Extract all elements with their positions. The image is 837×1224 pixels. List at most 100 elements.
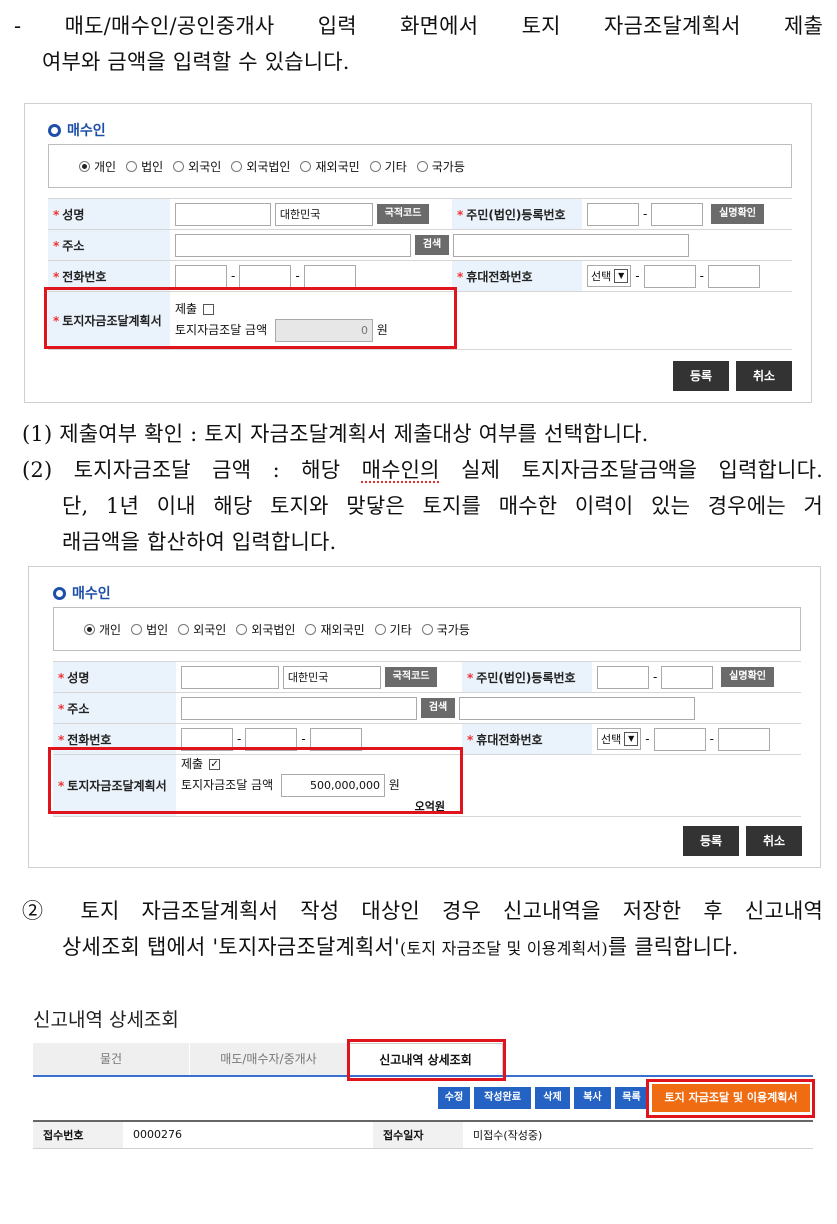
mobile-cell: 선택 ▼ - - [592,723,801,755]
tab-parties[interactable]: 매도/매수자/중개사 [190,1043,348,1075]
country-code-button[interactable]: 국적코드 [384,667,438,687]
label-text: 성명 [62,207,85,222]
radio-corporation[interactable]: 법인 [131,621,168,638]
radio-dot-icon [79,160,90,172]
radio-individual[interactable]: 개인 [84,621,121,638]
step2-line-1: ② 토지 자금조달계획서 작성 대상인 경우 신고내역을 저장한 후 신고내역 [22,899,823,923]
label-text: 휴대전화번호 [476,732,543,747]
radio-foreign-corp[interactable]: 외국법인 [236,621,295,638]
radio-label: 기타 [389,622,412,637]
cancel-button-2[interactable]: 취소 [746,826,802,856]
label-text: 주소 [67,701,90,716]
step2-text: 를 클릭합니다. [607,935,739,959]
mobile-cell: 선택 ▼ - - [582,260,792,292]
intro-paragraph: - 매도/매수인/공인중개사 입력 화면에서 토지 자금조달계획서 제출 여부와… [0,8,837,80]
mobile-prefix-select[interactable]: 선택 ▼ [597,728,642,750]
table-row-name: * 성명 대한민국 국적코드 * 주민(법인)등록번호 - 실명확인 [48,198,792,230]
label-text: 주소 [62,238,85,253]
tab-property[interactable]: 물건 [33,1043,190,1075]
radio-dot-icon [178,623,190,635]
radio-state[interactable]: 국가등 [416,158,465,175]
rrn-label: * 주민(법인)등록번호 [462,661,592,693]
mobile-prefix-select[interactable]: 선택 ▼ [587,265,632,287]
table-row: 접수번호 0000276 접수일자 미접수(작성중) [33,1120,813,1149]
phone-input-3[interactable] [303,264,356,288]
name-label: * 성명 [53,661,176,693]
label-text: 전화번호 [62,269,107,284]
section-bullet-icon [48,123,61,137]
receipt-date-value: 미접수(작성중) [463,1120,813,1149]
empty-cell [462,754,801,817]
highlight-plan-button-box [646,1079,815,1118]
address-input[interactable] [175,233,411,257]
section-title-text: 매수인 [67,123,106,139]
rrn-input-2[interactable] [651,202,704,226]
mobile-input-3[interactable] [707,264,760,288]
radio-dot-icon [369,160,381,172]
register-button-2[interactable]: 등록 [683,826,739,856]
radio-foreigner[interactable]: 외국인 [173,158,221,175]
cancel-button-1[interactable]: 취소 [736,361,792,391]
table-row-address: * 주소 검색 [53,692,801,724]
radio-dot-icon [421,623,433,635]
radio-overseas-korean[interactable]: 재외국민 [300,158,360,175]
radio-foreigner[interactable]: 외국인 [178,621,226,638]
radio-corporation[interactable]: 법인 [126,158,163,175]
phone-input-2[interactable] [239,264,292,288]
list-button[interactable]: 목록 [615,1087,648,1109]
intro-line-1: - 매도/매수인/공인중개사 입력 화면에서 토지 자금조달계획서 제출 [14,14,823,38]
radio-state[interactable]: 국가등 [421,621,470,638]
copy-button[interactable]: 복사 [574,1087,611,1109]
radio-label: 국가등 [436,622,470,637]
register-button-1[interactable]: 등록 [673,361,729,391]
address-input[interactable] [181,696,417,720]
country-code-button[interactable]: 국적코드 [376,204,430,224]
radio-dot-icon [131,623,143,635]
radio-overseas-korean[interactable]: 재외국민 [305,621,365,638]
rrn-cell: - 실명확인 [592,661,801,693]
radio-dot-icon [126,160,138,172]
table-row-address: * 주소 검색 [48,229,792,261]
radio-foreign-corp[interactable]: 외국법인 [231,158,290,175]
mobile-input-3[interactable] [717,727,770,751]
address-label: * 주소 [48,229,170,261]
country-input[interactable]: 대한민국 [282,665,381,689]
phone-input-1[interactable] [175,264,227,288]
address-detail-input[interactable] [453,233,690,257]
mobile-input-2[interactable] [653,727,706,751]
real-name-verify-button[interactable]: 실명확인 [711,204,764,224]
receipt-info-table: 접수번호 0000276 접수일자 미접수(작성중) [33,1120,813,1149]
mobile-input-2[interactable] [643,264,696,288]
radio-dot-icon [416,160,428,172]
radio-dot-icon [305,623,317,635]
receipt-no-value: 0000276 [123,1120,373,1149]
name-input[interactable] [181,665,279,689]
buyer-section-title-1: 매수인 [48,120,106,140]
rrn-input-1[interactable] [587,202,639,226]
rrn-input-1[interactable] [597,665,649,689]
radio-label: 국가등 [431,159,465,174]
edit-button[interactable]: 수정 [438,1087,470,1109]
name-input[interactable] [175,202,271,226]
radio-other[interactable]: 기타 [369,158,407,175]
section-title-text: 매수인 [72,586,111,602]
empty-cell [452,291,792,350]
highlight-box-1 [44,287,457,349]
name-cell: 대한민국 국적코드 [176,661,462,693]
country-input[interactable]: 대한민국 [274,202,373,226]
address-search-button[interactable]: 검색 [414,235,450,255]
step2-text: 상세조회 탭에서 '토지자금조달계획서' [62,935,401,959]
delete-button[interactable]: 삭제 [535,1087,570,1109]
step2-line-2: 상세조회 탭에서 '토지자금조달계획서'(토지 자금조달 및 이용계획서)를 클… [0,929,837,967]
label-text: 휴대전화번호 [466,269,533,284]
step2-paragraph: ② 토지 자금조달계획서 작성 대상인 경우 신고내역을 저장한 후 신고내역 … [0,893,837,967]
radio-other[interactable]: 기타 [374,621,412,638]
buyer-type-radio-group-1: 개인 법인 외국인 외국법인 재외국민 기타 국가등 [48,144,792,188]
radio-individual[interactable]: 개인 [79,158,116,175]
real-name-verify-button[interactable]: 실명확인 [721,667,774,687]
address-detail-input[interactable] [459,696,696,720]
rrn-input-2[interactable] [661,665,714,689]
complete-button[interactable]: 작성완료 [474,1087,531,1109]
radio-label: 재외국민 [320,622,365,637]
address-search-button[interactable]: 검색 [420,698,456,718]
